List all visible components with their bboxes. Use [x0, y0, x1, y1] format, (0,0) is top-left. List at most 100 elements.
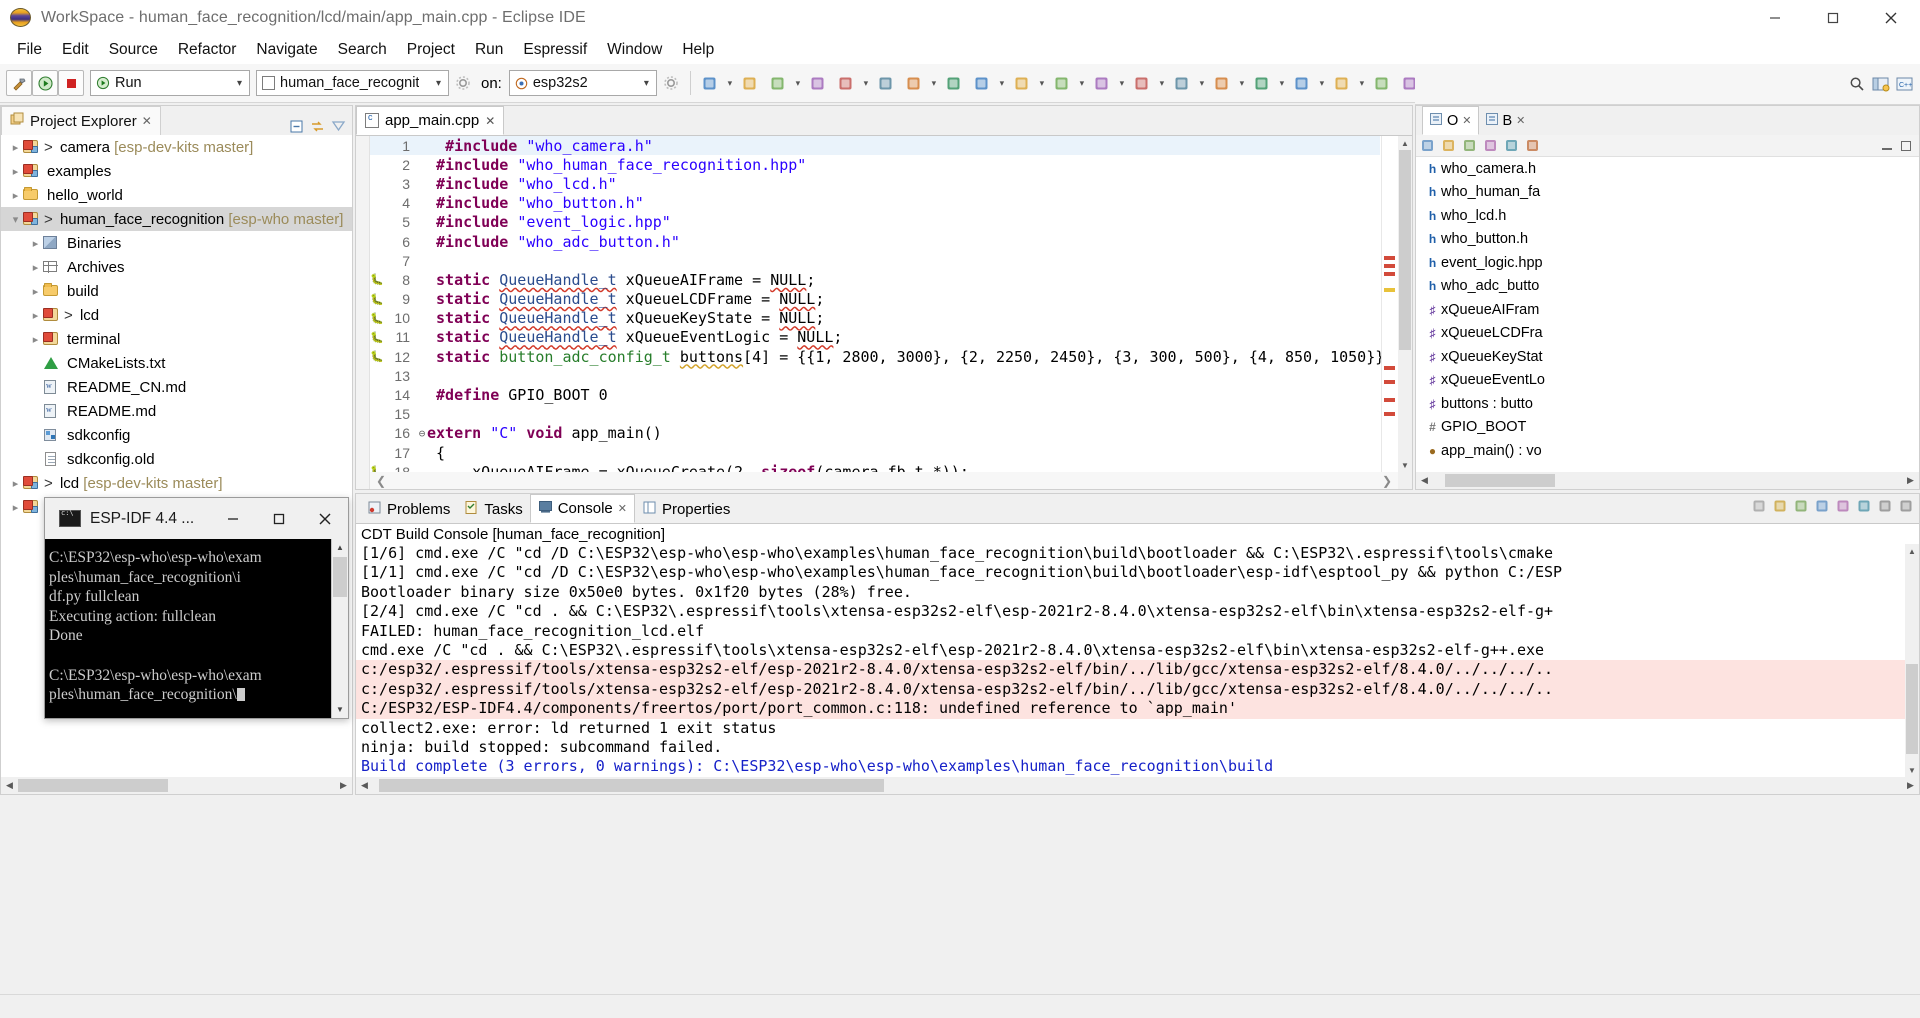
chevron-right-icon[interactable]: ▸ [29, 333, 42, 346]
chevron-down-icon[interactable]: ▾ [1356, 78, 1368, 89]
tab-app-main-cpp[interactable]: app_main.cpp ✕ [356, 106, 505, 135]
console-vscrollbar[interactable]: ▲ ▼ [1905, 544, 1919, 777]
chevron-down-icon[interactable]: ▾ [792, 78, 804, 89]
error-marker-icon[interactable]: 🐛 [370, 351, 384, 362]
menu-run[interactable]: Run [465, 38, 513, 62]
scroll-right-icon[interactable]: ▶ [1902, 472, 1919, 489]
chevron-down-icon[interactable]: ▾ [1116, 78, 1128, 89]
chevron-down-icon[interactable]: ▾ [1076, 78, 1088, 89]
scroll-up-icon[interactable]: ▲ [1398, 136, 1412, 150]
open-perspective-icon[interactable] [1872, 75, 1890, 93]
tree-item[interactable]: ▸ hello_world [1, 183, 352, 207]
chevron-down-icon[interactable]: ▾ [860, 78, 872, 89]
hide-fields-icon[interactable] [1439, 136, 1458, 155]
tree-item[interactable]: ▸ examples [1, 159, 352, 183]
menu-source[interactable]: Source [99, 38, 168, 62]
outline-list[interactable]: h who_camera.h h who_human_fa h who_lcd.… [1416, 157, 1919, 472]
close-icon[interactable]: ✕ [618, 502, 627, 515]
last-edit-icon[interactable] [1048, 69, 1076, 97]
skip-breakpoints-icon[interactable] [1368, 69, 1396, 97]
tree-item[interactable]: ▸ Archives [1, 255, 352, 279]
tab-project-explorer[interactable]: Project Explorer ✕ [1, 106, 161, 135]
prev-annotation-icon[interactable] [1008, 69, 1036, 97]
tree-item[interactable]: README_CN.md [1, 375, 352, 399]
outline-item[interactable]: h who_adc_butto [1416, 275, 1919, 299]
tree-item[interactable]: sdkconfig [1, 423, 352, 447]
scroll-lock-icon[interactable] [1792, 497, 1810, 515]
minimize-button[interactable] [1746, 0, 1804, 36]
save-all-icon[interactable] [764, 69, 792, 97]
scroll-left-icon[interactable]: ◀ [1, 777, 18, 794]
tab-properties[interactable]: Properties [635, 496, 737, 523]
scroll-left-icon[interactable]: ◀ [1416, 472, 1433, 489]
clear-icon[interactable] [1771, 497, 1789, 515]
menu-file[interactable]: File [7, 38, 52, 62]
outline-item[interactable]: ♯ xQueueKeyStat [1416, 345, 1919, 369]
menu-search[interactable]: Search [328, 38, 397, 62]
quick-access-search-icon[interactable] [1848, 75, 1866, 93]
run-icon[interactable] [32, 70, 58, 96]
minimize-icon[interactable] [1876, 497, 1894, 515]
tree-item[interactable]: ▸ build [1, 279, 352, 303]
tab-b[interactable]: B ✕ [1479, 106, 1532, 135]
scroll-right-icon[interactable]: ▶ [335, 777, 352, 794]
close-icon[interactable]: ✕ [1462, 114, 1471, 127]
console-output[interactable]: [1/6] cmd.exe /C "cd /D C:\ESP32\esp-who… [356, 544, 1905, 777]
tab-console[interactable]: Console ✕ [529, 494, 635, 523]
view-menu-icon[interactable] [329, 117, 347, 135]
build-all-icon[interactable] [832, 69, 860, 97]
tree-item[interactable]: ▾ > human_face_recognition [esp-who mast… [1, 207, 352, 231]
maximize-view-icon[interactable] [1896, 136, 1915, 155]
console-hscrollbar[interactable]: ◀ ▶ [356, 777, 1919, 794]
menu-navigate[interactable]: Navigate [246, 38, 327, 62]
chevron-right-icon[interactable]: ▸ [9, 189, 22, 202]
chevron-down-icon[interactable]: ▾ [1036, 78, 1048, 89]
hide-static-icon[interactable] [1460, 136, 1479, 155]
chevron-right-icon[interactable]: ▸ [29, 309, 42, 322]
tab-tasks[interactable]: Tasks [457, 496, 529, 523]
chevron-right-icon[interactable]: ▸ [29, 237, 42, 250]
scroll-down-icon[interactable]: ▼ [332, 701, 348, 718]
tree-item[interactable]: ▸ terminal [1, 327, 352, 351]
tab-o[interactable]: O ✕ [1422, 106, 1479, 135]
project-combo[interactable]: human_face_recognit ▾ [256, 70, 449, 96]
terminal-screen[interactable]: C:\ESP32\esp-who\esp-who\exam ples\human_… [45, 539, 348, 718]
tree-item[interactable]: ▸ > camera [esp-dev-kits master] [1, 135, 352, 159]
scroll-down-icon[interactable]: ▼ [1905, 763, 1919, 777]
outline-item[interactable]: # GPIO_BOOT [1416, 416, 1919, 440]
chevron-down-icon[interactable]: ▾ [233, 78, 246, 89]
terminal-maximize-button[interactable] [256, 498, 302, 539]
cpp-perspective-icon[interactable]: C++ [1896, 75, 1914, 93]
chevron-down-icon[interactable]: ▾ [1316, 78, 1328, 89]
search-icon[interactable] [940, 69, 968, 97]
undo-icon[interactable] [872, 69, 900, 97]
tree-item[interactable]: sdkconfig.old [1, 447, 352, 471]
tree-item[interactable]: ▸ Binaries [1, 231, 352, 255]
menu-project[interactable]: Project [397, 38, 465, 62]
open-console-icon[interactable] [1855, 497, 1873, 515]
outline-item[interactable]: h who_button.h [1416, 228, 1919, 252]
terminal-close-button[interactable] [302, 498, 348, 539]
chevron-down-icon[interactable]: ▾ [1156, 78, 1168, 89]
display-selected-icon[interactable] [1834, 497, 1852, 515]
close-icon[interactable]: ✕ [1516, 114, 1525, 127]
close-icon[interactable]: ✕ [485, 114, 495, 128]
chevron-down-icon[interactable]: ▾ [9, 213, 22, 226]
maximize-button[interactable] [1804, 0, 1862, 36]
launch-mode-combo[interactable]: Run ▾ [90, 70, 250, 96]
next-annotation-icon[interactable] [968, 69, 996, 97]
target-combo[interactable]: esp32s2 ▾ [508, 70, 657, 96]
close-button[interactable] [1862, 0, 1920, 36]
chevron-right-icon[interactable]: ▸ [29, 261, 42, 274]
redo-icon[interactable] [900, 69, 928, 97]
scroll-right-icon[interactable]: ❯ [1382, 474, 1398, 488]
scroll-up-icon[interactable]: ▲ [1905, 544, 1919, 558]
back-icon[interactable] [1088, 69, 1116, 97]
save-icon[interactable] [736, 69, 764, 97]
chevron-down-icon[interactable]: ▾ [1276, 78, 1288, 89]
outline-item[interactable]: h event_logic.hpp [1416, 251, 1919, 275]
source-code[interactable]: 1 #include "who_camera.h" 2 #include "wh… [370, 136, 1393, 489]
print-icon[interactable] [804, 69, 832, 97]
tree-item[interactable]: README.md [1, 399, 352, 423]
build-hammer-icon[interactable] [6, 70, 32, 96]
